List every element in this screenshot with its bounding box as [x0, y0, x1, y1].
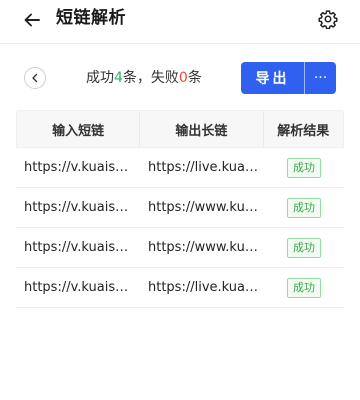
column-header-input: 输入短链 — [17, 111, 141, 147]
status-badge: 成功 — [287, 157, 321, 178]
collapse-button[interactable] — [24, 67, 46, 89]
summary-row: 成功4条，失败0条 导出 ··· — [0, 62, 360, 94]
input-url-cell: https://v.kuaishou.com/ — [16, 148, 140, 187]
status-badge: 成功 — [287, 277, 321, 298]
result-cell: 成功 — [264, 268, 344, 307]
export-button-group: 导出 ··· — [241, 62, 336, 94]
table-row[interactable]: https://v.kuaishou.com/ https://www.kuai… — [16, 228, 344, 268]
status-badge: 成功 — [287, 237, 321, 258]
results-table: 输入短链 输出长链 解析结果 https://v.kuaishou.com/ h… — [16, 110, 344, 308]
output-url: https://live.kuaishou.com/ — [148, 280, 258, 295]
summary-middle: 条，失败 — [122, 70, 179, 86]
column-header-result: 解析结果 — [277, 123, 330, 139]
table-row[interactable]: https://v.kuaishou.com/ https://live.kua… — [16, 268, 344, 308]
more-options-button[interactable]: ··· — [305, 62, 336, 94]
table-row[interactable]: https://v.kuaishou.com/ https://live.kua… — [16, 148, 344, 188]
back-button[interactable] — [20, 8, 44, 32]
input-url: https://v.kuaishou.com/ — [24, 280, 134, 295]
output-url-cell: https://www.kuaishou.com/ — [140, 228, 264, 267]
output-url-cell: https://live.kuaishou.com/ — [140, 148, 264, 187]
output-url: https://www.kuaishou.com/ — [148, 240, 258, 255]
input-url: https://v.kuaishou.com/ — [24, 240, 134, 255]
status-badge: 成功 — [287, 197, 321, 218]
column-header-output: 输出长链 — [140, 111, 264, 147]
input-url-cell: https://v.kuaishou.com/ — [16, 228, 140, 267]
output-url-cell: https://www.kuaishou.com/ — [140, 188, 264, 227]
summary-suffix: 条 — [187, 70, 202, 86]
table-header: 输入短链 输出长链 解析结果 — [16, 110, 344, 148]
result-cell: 成功 — [264, 188, 344, 227]
export-button[interactable]: 导出 — [241, 62, 304, 94]
output-url: https://live.kuaishou.com/ — [148, 160, 258, 175]
input-url: https://v.kuaishou.com/ — [24, 160, 134, 175]
result-summary: 成功4条，失败0条 — [86, 68, 202, 88]
gear-icon — [318, 10, 338, 29]
result-cell: 成功 — [264, 148, 344, 187]
output-url: https://www.kuaishou.com/ — [148, 200, 258, 215]
summary-prefix: 成功 — [86, 70, 114, 86]
page-title: 短链解析 — [56, 8, 126, 28]
input-url: https://v.kuaishou.com/ — [24, 200, 134, 215]
app-header: 短链解析 — [0, 0, 360, 44]
settings-button[interactable] — [316, 7, 340, 31]
input-url-cell: https://v.kuaishou.com/ — [16, 188, 140, 227]
arrow-left-icon — [24, 13, 40, 27]
chevron-left-icon — [32, 73, 38, 83]
success-count: 4 — [114, 70, 123, 86]
input-url-cell: https://v.kuaishou.com/ — [16, 268, 140, 307]
fail-count: 0 — [178, 70, 188, 86]
result-cell: 成功 — [264, 228, 344, 267]
output-url-cell: https://live.kuaishou.com/ — [140, 268, 264, 307]
table-row[interactable]: https://v.kuaishou.com/ https://www.kuai… — [16, 188, 344, 228]
